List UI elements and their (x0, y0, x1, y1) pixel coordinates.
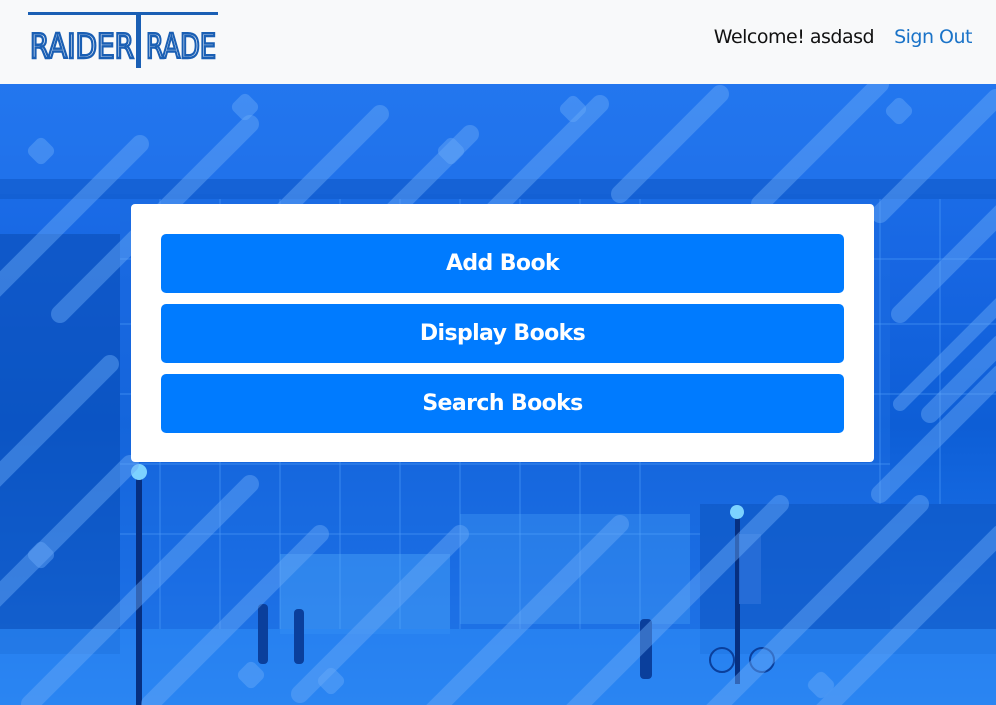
svg-text:RAIDER: RAIDER (30, 27, 134, 67)
navbar: RAIDER RADE Welcome! asdasd Sign Out (0, 0, 996, 84)
user-nav: Welcome! asdasd Sign Out (713, 26, 973, 48)
sign-out-link[interactable]: Sign Out (894, 26, 972, 48)
welcome-text: Welcome! asdasd (713, 26, 875, 48)
hero-background: Add Book Display Books Search Books (0, 84, 996, 705)
add-book-button[interactable]: Add Book (161, 234, 844, 293)
svg-text:RADE: RADE (146, 27, 216, 67)
actions-card: Add Book Display Books Search Books (131, 204, 874, 462)
raidertrade-logo[interactable]: RAIDER RADE (28, 12, 220, 72)
search-books-button[interactable]: Search Books (161, 374, 844, 433)
display-books-button[interactable]: Display Books (161, 304, 844, 363)
